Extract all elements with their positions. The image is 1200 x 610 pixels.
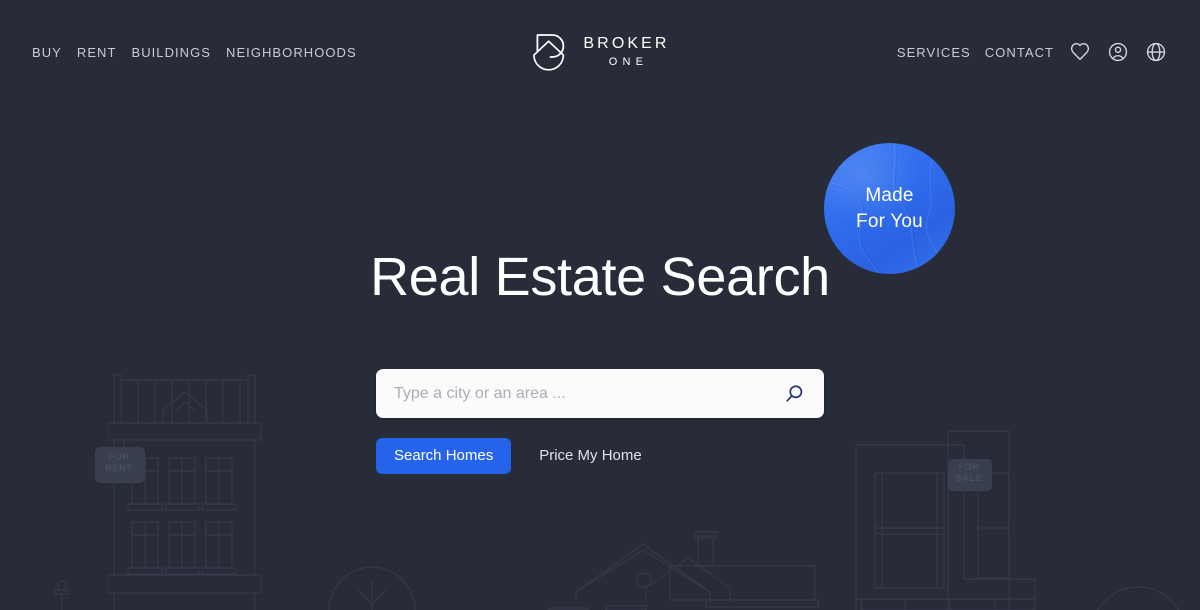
site-logo[interactable]: BROKER ONE xyxy=(530,28,669,76)
search-box[interactable] xyxy=(376,369,824,418)
search-section xyxy=(376,369,824,418)
primary-navigation: BUY RENT BUILDINGS NEIGHBORHOODS xyxy=(32,45,357,60)
nav-neighborhoods[interactable]: NEIGHBORHOODS xyxy=(226,45,357,60)
nav-services[interactable]: SERVICES xyxy=(897,45,971,60)
landing-page: FOR RENT FOR SALE Made For You BUY RENT … xyxy=(0,0,1200,610)
hero-actions: Search Homes Price My Home xyxy=(376,438,656,474)
search-input[interactable] xyxy=(394,384,780,403)
nav-rent[interactable]: RENT xyxy=(77,45,117,60)
logo-wordmark: BROKER ONE xyxy=(583,36,669,68)
logo-title: BROKER xyxy=(583,35,670,52)
globe-icon[interactable] xyxy=(1144,40,1168,64)
nav-buy[interactable]: BUY xyxy=(32,45,62,60)
nav-contact[interactable]: CONTACT xyxy=(985,45,1054,60)
search-homes-button[interactable]: Search Homes xyxy=(376,438,512,474)
nav-buildings[interactable]: BUILDINGS xyxy=(131,45,211,60)
site-header: BUY RENT BUILDINGS NEIGHBORHOODS BROKER … xyxy=(0,0,1200,104)
logo-subtitle: ONE xyxy=(608,56,649,68)
broker-house-mark-icon xyxy=(533,34,565,71)
heart-icon[interactable] xyxy=(1068,40,1092,64)
page-title: Real Estate Search xyxy=(370,247,830,307)
secondary-navigation: SERVICES CONTACT xyxy=(897,40,1168,64)
search-icon[interactable] xyxy=(780,380,808,408)
user-circle-icon[interactable] xyxy=(1106,40,1130,64)
price-my-home-button[interactable]: Price My Home xyxy=(525,438,656,474)
